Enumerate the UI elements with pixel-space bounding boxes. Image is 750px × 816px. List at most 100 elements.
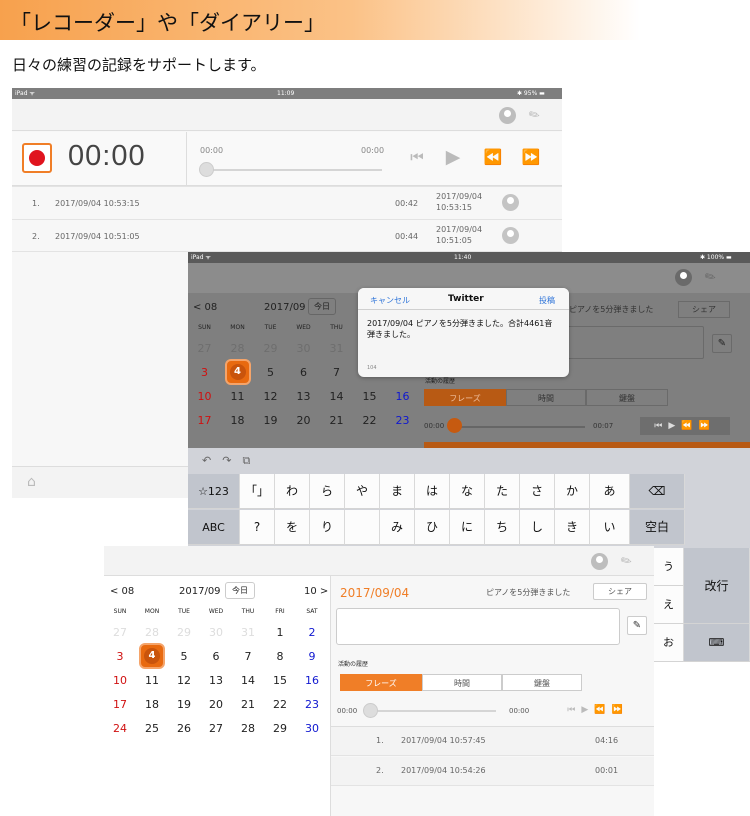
keyboard-key[interactable]: に xyxy=(450,510,485,545)
calendar-day[interactable]: 5 xyxy=(254,366,287,379)
seek-track[interactable] xyxy=(202,169,382,171)
person-icon[interactable] xyxy=(591,553,608,570)
calendar-day[interactable]: 10 xyxy=(104,674,136,687)
calendar-day[interactable]: 21 xyxy=(232,698,264,711)
keyboard-key[interactable]: か xyxy=(555,474,590,509)
calendar-day[interactable]: 6 xyxy=(200,650,232,663)
calendar-day[interactable]: 25 xyxy=(136,722,168,735)
calendar-day[interactable]: 15 xyxy=(353,390,386,403)
tab-time[interactable]: 時間 xyxy=(506,389,586,406)
calendar-day[interactable]: 23 xyxy=(296,698,328,711)
note-field[interactable] xyxy=(336,608,620,645)
calendar-day[interactable]: 19 xyxy=(168,698,200,711)
calendar-day[interactable]: 3 xyxy=(188,366,221,379)
calendar-day[interactable]: 7 xyxy=(232,650,264,663)
prev-month[interactable]: < 08 xyxy=(193,302,217,313)
calendar-day[interactable]: 11 xyxy=(136,674,168,687)
redo-icon[interactable]: ↷ xyxy=(222,454,242,467)
paste-icon[interactable]: ⧉ xyxy=(242,454,261,467)
tweet-text[interactable]: 2017/09/04 ピアノを5分弾きました。合計4461音弾きました。 xyxy=(367,318,557,340)
keyboard-key[interactable]: あ xyxy=(590,474,630,509)
calendar-day[interactable]: 13 xyxy=(287,390,320,403)
list-item[interactable]: 2. 2017/09/04 10:54:26 00:01 xyxy=(331,757,654,786)
calendar-day[interactable]: 28 xyxy=(136,626,168,639)
calendar-day[interactable]: 31 xyxy=(232,626,264,639)
seek-track[interactable] xyxy=(450,426,585,428)
calendar-day[interactable]: 21 xyxy=(320,414,353,427)
next-month[interactable]: 10 > xyxy=(304,586,328,597)
seek-knob[interactable] xyxy=(199,162,214,177)
calendar-day[interactable]: 27 xyxy=(188,342,221,355)
selected-day[interactable]: 4 xyxy=(139,643,165,669)
calendar-day[interactable]: 15 xyxy=(264,674,296,687)
tab-time[interactable]: 時間 xyxy=(422,674,502,691)
calendar-day[interactable]: 6 xyxy=(287,366,320,379)
keyboard-key[interactable]: さ xyxy=(520,474,555,509)
prev-month[interactable]: < 08 xyxy=(110,586,134,597)
calendar-day[interactable]: 19 xyxy=(254,414,287,427)
edit-icon[interactable]: ✎ xyxy=(712,334,732,353)
keyboard-key[interactable]: な xyxy=(450,474,485,509)
keyboard-key[interactable]: い xyxy=(590,510,630,545)
key-o[interactable]: お xyxy=(654,624,684,662)
share-device-icon[interactable]: ✎ xyxy=(700,267,722,289)
tab-keys[interactable]: 鍵盤 xyxy=(586,389,668,406)
calendar-day[interactable]: 13 xyxy=(200,674,232,687)
calendar-day[interactable]: 18 xyxy=(136,698,168,711)
playback-controls[interactable]: ⏮▶⏪⏩ xyxy=(556,702,640,719)
post-button[interactable]: 投稿 xyxy=(539,295,555,306)
edit-icon[interactable]: ✎ xyxy=(627,616,647,635)
key-u[interactable]: う xyxy=(654,548,684,586)
keyboard-key[interactable] xyxy=(345,510,380,545)
keyboard-key[interactable]: ☆123 xyxy=(188,474,240,509)
keyboard-key[interactable]: ま xyxy=(380,474,415,509)
seek-knob[interactable] xyxy=(447,418,462,433)
calendar-day[interactable]: 16 xyxy=(296,674,328,687)
keyboard-key[interactable]: や xyxy=(345,474,380,509)
person-icon[interactable] xyxy=(675,269,692,286)
keyboard-key[interactable]: ? xyxy=(240,510,275,545)
calendar-day[interactable]: 12 xyxy=(254,390,287,403)
calendar-day[interactable]: 30 xyxy=(296,722,328,735)
tab-keys[interactable]: 鍵盤 xyxy=(502,674,582,691)
keyboard-key[interactable]: ひ xyxy=(415,510,450,545)
share-button[interactable]: シェア xyxy=(678,301,730,318)
cancel-button[interactable]: キャンセル xyxy=(370,295,410,306)
calendar-day[interactable]: 28 xyxy=(221,342,254,355)
calendar-day[interactable]: 12 xyxy=(168,674,200,687)
list-item[interactable]: 2. 2017/09/04 10:51:05 00:44 2017/09/04 1… xyxy=(12,219,562,252)
calendar-day[interactable]: 10 xyxy=(188,390,221,403)
calendar-day[interactable]: 29 xyxy=(254,342,287,355)
calendar-day[interactable]: 30 xyxy=(200,626,232,639)
calendar-day[interactable]: 28 xyxy=(232,722,264,735)
calendar-day[interactable]: 18 xyxy=(221,414,254,427)
keyboard-key[interactable]: を xyxy=(275,510,310,545)
rewind-icon[interactable]: ⏪ xyxy=(482,148,504,166)
calendar-day[interactable]: 7 xyxy=(320,366,353,379)
calendar-day[interactable]: 26 xyxy=(168,722,200,735)
keyboard-key[interactable]: ち xyxy=(485,510,520,545)
calendar-day[interactable]: 24 xyxy=(104,722,136,735)
calendar-day[interactable]: 31 xyxy=(320,342,353,355)
play-icon[interactable]: ▶ xyxy=(440,146,466,168)
keyboard-key[interactable]: 「」 xyxy=(240,474,275,509)
calendar-day[interactable]: 16 xyxy=(386,390,419,403)
keyboard-key[interactable]: ら xyxy=(310,474,345,509)
share-device-icon[interactable]: ✎ xyxy=(616,551,638,573)
return-key[interactable]: 改行 xyxy=(684,548,750,624)
calendar-day[interactable]: 8 xyxy=(264,650,296,663)
seek-track[interactable] xyxy=(366,710,496,712)
calendar-day[interactable]: 11 xyxy=(221,390,254,403)
today-button[interactable]: 今日 xyxy=(308,298,336,315)
calendar-day[interactable]: 22 xyxy=(353,414,386,427)
selected-day[interactable]: 4 xyxy=(224,359,251,385)
fast-forward-icon[interactable]: ⏩ xyxy=(520,148,542,166)
calendar-day[interactable]: 3 xyxy=(104,650,136,663)
keyboard-key[interactable]: わ xyxy=(275,474,310,509)
calendar-day[interactable]: 5 xyxy=(168,650,200,663)
calendar-day[interactable]: 20 xyxy=(287,414,320,427)
calendar-day[interactable]: 14 xyxy=(320,390,353,403)
share-button[interactable]: シェア xyxy=(593,583,647,600)
calendar-day[interactable]: 2 xyxy=(296,626,328,639)
list-item[interactable]: 1. 2017/09/04 10:53:15 00:42 2017/09/04 1… xyxy=(12,186,562,219)
